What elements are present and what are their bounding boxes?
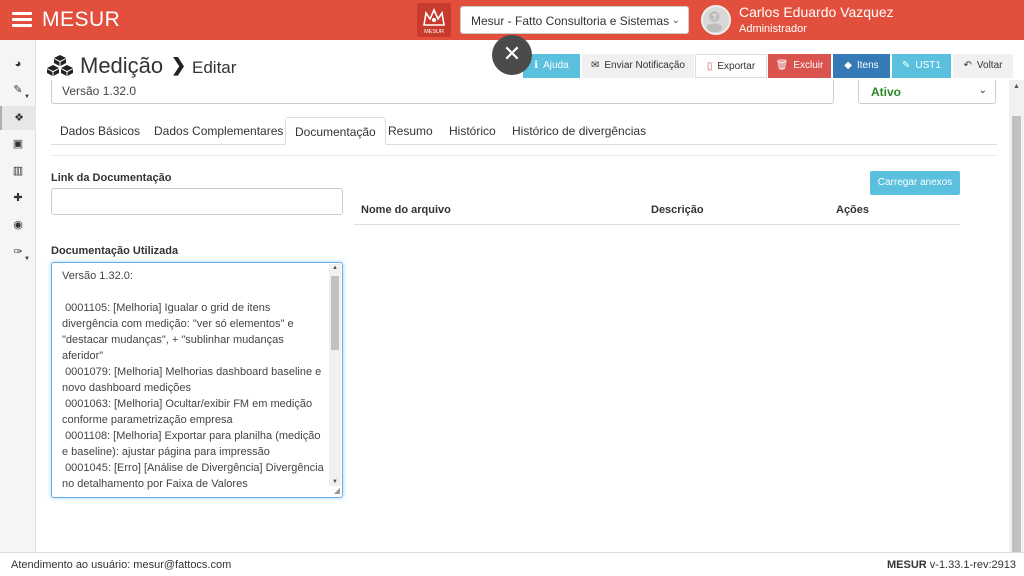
avatar[interactable]: ? [701,5,731,35]
used-docs-text: Versão 1.32.0: 0001105: [Melhoria] Igual… [62,270,324,490]
items-button[interactable]: ◆ Itens [833,54,890,78]
cube-icon: ◆ [844,60,852,71]
wrench-icon: ✑ [13,246,23,258]
svg-text:?: ? [712,13,717,22]
company-select[interactable]: Mesur - Fatto Consultoria e Sistemas ⌄ [460,6,689,34]
sidebar-item-dashboard[interactable]: ◕ [0,52,36,76]
pdf-file-icon: ▯ [706,61,713,72]
footer: Atendimento ao usuário: mesur@fattocs.co… [0,552,1024,576]
tab-dados-basicos[interactable]: Dados Básicos [51,117,149,145]
column-header-actions: Ações [836,204,870,216]
sidebar-item-target[interactable]: ◉ [0,213,36,237]
tab-dados-complementares[interactable]: Dados Complementares [145,117,292,145]
tab-historico-divergencias[interactable]: Histórico de divergências [503,117,655,145]
divider [51,155,997,156]
page-subtitle: Editar [192,58,237,77]
version-input[interactable]: Versão 1.32.0 [51,80,834,104]
cubes-icon [46,54,74,78]
export-button[interactable]: ▯ Exportar [695,54,767,78]
footer-version: v-1.33.1-rev:2913 [926,559,1016,571]
textarea-scrollbar[interactable]: ▲ ▼ [329,264,341,486]
bank-icon: ▥ [12,165,24,177]
top-navbar: MESUR MESUR Mesur - Fatto Consultoria e … [0,0,1024,40]
sidebar-item-plugins[interactable]: ✚ [0,186,36,210]
sidebar-item-medicao[interactable]: ❖ [0,106,36,130]
sidebar: ◕ ✎ ▼ ❖ ▣ ▥ ✚ ◉ ✑ ▼ [0,40,36,552]
chevron-down-icon: ⌄ [671,15,680,26]
pencil-icon: ✎ [13,84,23,96]
chevron-down-icon: ⌄ [978,85,987,96]
trash-icon: 🗑 [775,60,789,71]
scroll-up-icon[interactable]: ▲ [1013,83,1020,90]
logo-text: MESUR [424,29,444,35]
used-docs-label: Documentação Utilizada [51,245,179,257]
back-button[interactable]: ↶ Voltar [953,54,1013,78]
close-button[interactable]: ✕ [492,35,532,75]
sidebar-item-tools[interactable]: ✑ ▼ [0,240,36,264]
caret-down-icon: ▼ [24,94,30,100]
close-icon: ✕ [502,41,522,66]
caret-down-icon: ▼ [24,256,30,262]
tab-historico[interactable]: Histórico [440,117,505,145]
tag-icon: ✎ [902,60,911,71]
column-header-filename: Nome do arquivo [361,204,451,216]
page-scrollbar[interactable]: ▲ [1009,80,1024,552]
user-name[interactable]: Carlos Eduardo Vazquez [739,4,894,20]
scrollbar-thumb[interactable] [1012,116,1021,552]
version-info: MESUR v-1.33.1-rev:2913 [887,559,1016,571]
app-brand[interactable]: MESUR [42,8,120,32]
column-header-description: Descrição [651,204,704,216]
link-input[interactable] [51,188,343,215]
status-select[interactable]: Ativo ⌄ [858,80,996,104]
resize-grip-icon[interactable]: ◢ [334,486,340,495]
tab-documentacao[interactable]: Documentação [285,117,386,145]
hamburger-menu-icon[interactable] [12,12,32,28]
envelope-icon: ✉ [591,60,600,71]
company-select-value: Mesur - Fatto Consultoria e Sistemas [471,14,670,28]
used-docs-textarea[interactable]: Versão 1.32.0: 0001105: [Melhoria] Igual… [51,262,343,498]
status-select-value: Ativo [871,85,901,99]
reply-icon: ↶ [963,60,972,71]
scroll-up-icon[interactable]: ▲ [332,265,338,271]
sidebar-item-baseline[interactable]: ▣ [0,132,36,156]
footer-brand: MESUR [886,559,927,571]
sidebar-item-edit[interactable]: ✎ ▼ [0,78,36,102]
page-title: Medição [80,53,164,78]
tab-bar: Dados Básicos Dados Complementares Docum… [51,117,997,145]
delete-button[interactable]: 🗑 Excluir [768,54,831,78]
info-icon: ℹ [534,60,539,71]
chevron-right-icon: ❯ [171,55,187,75]
scroll-down-icon[interactable]: ▼ [332,479,338,485]
puzzle-icon: ✚ [13,192,23,204]
cubes-icon: ❖ [14,112,24,124]
image-icon: ▣ [12,138,24,150]
attachments-table-header: Nome do arquivo Descrição Ações [354,201,960,225]
link-label: Link da Documentação [51,172,172,184]
user-role: Administrador [739,23,807,35]
scrollbar-thumb[interactable] [331,276,339,350]
dashboard-icon: ◕ [14,58,22,70]
ust-button[interactable]: ✎ UST1 [892,54,951,78]
target-icon: ◉ [13,219,23,231]
send-notification-button[interactable]: ✉ Enviar Notificação [582,54,694,78]
upload-attachments-button[interactable]: Carregar anexos [870,171,960,195]
tab-resumo[interactable]: Resumo [379,117,442,145]
support-contact: Atendimento ao usuário: mesur@fattocs.co… [11,559,232,571]
crown-logo-icon: MESUR [417,3,451,37]
sidebar-item-empresa[interactable]: ▥ [0,159,36,183]
